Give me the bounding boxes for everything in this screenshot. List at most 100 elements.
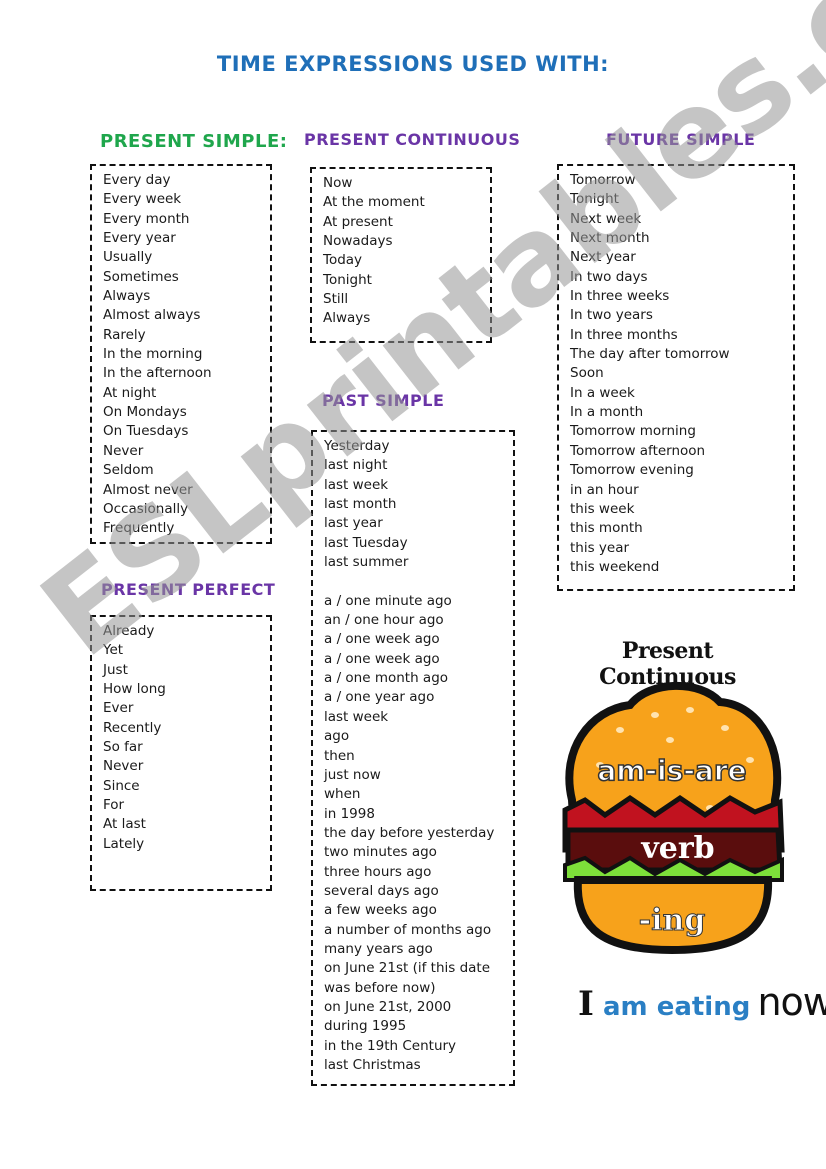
caption-time: now bbox=[757, 980, 826, 1024]
list-item: Tonight bbox=[323, 271, 372, 288]
list-item: In two years bbox=[570, 307, 653, 324]
list-item: Tomorrow morning bbox=[570, 423, 696, 440]
list-item: Already bbox=[103, 623, 155, 639]
list-item: Lately bbox=[103, 835, 145, 852]
list-item: Recently bbox=[103, 719, 162, 736]
list-item: In two days bbox=[570, 268, 648, 285]
future-simple-box: Tomorrow Tonight Next week Next month Next y… bbox=[557, 164, 795, 591]
list-item: Next week bbox=[570, 210, 642, 227]
list-item: in an hour bbox=[570, 481, 639, 498]
list-item: On Tuesdays bbox=[103, 423, 189, 440]
present-continuous-list: Now At the moment At present Nowadays Today T… bbox=[323, 174, 490, 329]
caption-verb: am eating bbox=[603, 992, 751, 1022]
list-item: Yet bbox=[103, 642, 124, 659]
list-item: a / one minute ago bbox=[324, 592, 452, 609]
list-item: Since bbox=[103, 777, 140, 794]
list-item: Frequently bbox=[103, 520, 175, 537]
list-item: this month bbox=[570, 520, 643, 537]
list-item: Tomorrow bbox=[570, 172, 636, 188]
layer-label-be: am-is-are bbox=[597, 754, 746, 787]
list-item: Tomorrow afternoon bbox=[570, 442, 706, 459]
list-item: this week bbox=[570, 500, 635, 517]
past-simple-heading: PAST SIMPLE bbox=[322, 391, 445, 410]
list-item: was before now) bbox=[324, 979, 436, 996]
list-item: Every week bbox=[103, 191, 182, 208]
list-item: Always bbox=[103, 288, 151, 305]
list-item: Just bbox=[103, 661, 128, 678]
list-item: The day after tomorrow bbox=[570, 346, 730, 363]
list-item: on June 21st (if this date bbox=[324, 960, 491, 977]
list-item: Always bbox=[323, 310, 371, 327]
list-item: many years ago bbox=[324, 940, 433, 957]
list-item: Today bbox=[323, 252, 363, 269]
list-item: last Christmas bbox=[324, 1057, 421, 1073]
illustration-caption: I am eating now bbox=[578, 980, 826, 1024]
list-item: Ever bbox=[103, 700, 134, 717]
present-simple-heading: PRESENT SIMPLE: bbox=[100, 131, 288, 152]
list-item: Next month bbox=[570, 230, 650, 247]
list-item: Yesterday bbox=[324, 438, 390, 454]
present-perfect-heading: PRESENT PERFECT bbox=[101, 580, 276, 599]
list-item: ago bbox=[324, 728, 350, 745]
list-item: an / one hour ago bbox=[324, 612, 444, 629]
list-item: Almost always bbox=[103, 307, 201, 324]
list-item: just now bbox=[324, 766, 381, 783]
list-item: on June 21st, 2000 bbox=[324, 998, 452, 1015]
list-item: then bbox=[324, 747, 355, 764]
list-item: Occasionally bbox=[103, 500, 189, 517]
past-simple-box: Yesterday last night last week last month la… bbox=[311, 430, 515, 1086]
list-item: In the morning bbox=[103, 346, 203, 363]
list-item: At night bbox=[103, 384, 157, 401]
page-title: TIME EXPRESSIONS USED WITH: bbox=[216, 52, 610, 76]
list-item: last summer bbox=[324, 554, 409, 571]
list-item: Usually bbox=[103, 249, 153, 266]
present-perfect-box: Already Yet Just How long Ever Recently So far… bbox=[90, 615, 272, 891]
list-item: three hours ago bbox=[324, 863, 432, 880]
future-simple-heading: FUTURE SIMPLE bbox=[606, 130, 756, 149]
list-item: a / one year ago bbox=[324, 689, 435, 706]
list-item: At present bbox=[323, 213, 393, 230]
list-item: In a month bbox=[570, 404, 644, 421]
list-item: For bbox=[103, 797, 125, 814]
list-item: last week bbox=[324, 476, 389, 493]
list-item: In three months bbox=[570, 326, 678, 343]
present-continuous-heading: PRESENT CONTINUOUS bbox=[304, 130, 521, 149]
burger-illustration: am-is-are verb -ing bbox=[562, 681, 785, 955]
list-item: Every day bbox=[103, 172, 171, 188]
list-item: a / one week ago bbox=[324, 631, 440, 648]
present-simple-list: Every day Every week Every month Every year… bbox=[103, 171, 270, 539]
list-item: a / one month ago bbox=[324, 670, 449, 687]
list-item: a few weeks ago bbox=[324, 902, 437, 919]
list-item: Every month bbox=[103, 210, 190, 227]
list-item: At last bbox=[103, 816, 146, 833]
present-perfect-list: Already Yet Just How long Ever Recently So far… bbox=[103, 622, 270, 854]
list-item: two minutes ago bbox=[324, 844, 437, 861]
list-item: a number of months ago bbox=[324, 921, 492, 938]
list-item: this year bbox=[570, 539, 630, 556]
present-simple-box: Every day Every week Every month Every year… bbox=[90, 164, 272, 544]
list-item: last night bbox=[324, 457, 388, 474]
list-item: Still bbox=[323, 291, 349, 308]
list-item: Every year bbox=[103, 230, 176, 247]
list-item: At the moment bbox=[323, 194, 425, 211]
list-item: during 1995 bbox=[324, 1018, 407, 1035]
list-item: In the afternoon bbox=[103, 365, 212, 382]
list-item: Tomorrow evening bbox=[570, 462, 694, 479]
list-item: Tonight bbox=[570, 191, 619, 208]
list-item: the day before yesterday bbox=[324, 824, 495, 841]
list-item: last year bbox=[324, 515, 383, 532]
list-item: in 1998 bbox=[324, 805, 375, 822]
list-item: In three weeks bbox=[570, 288, 670, 305]
list-item: Next year bbox=[570, 249, 636, 266]
list-item: Soon bbox=[570, 365, 604, 382]
list-item: in the 19th Century bbox=[324, 1037, 457, 1054]
list-item: Never bbox=[103, 758, 144, 775]
list-item: when bbox=[324, 786, 361, 803]
list-item: a / one week ago bbox=[324, 650, 440, 667]
list-item: this weekend bbox=[570, 558, 660, 575]
list-item: Rarely bbox=[103, 326, 146, 343]
list-item: On Mondays bbox=[103, 404, 187, 421]
list-item: How long bbox=[103, 681, 166, 698]
future-simple-list: Tomorrow Tonight Next week Next month Next y… bbox=[570, 171, 793, 577]
list-item: Nowadays bbox=[323, 233, 393, 250]
